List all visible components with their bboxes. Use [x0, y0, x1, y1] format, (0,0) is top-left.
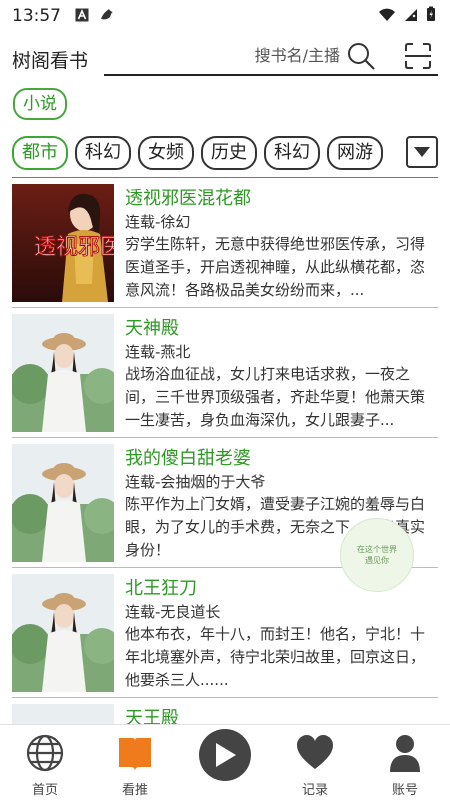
book-description: 穷学生陈轩，无意中获得绝世邪医传承，习得医道圣手，开启透视神瞳，从此纵横花都，恣…: [125, 235, 426, 299]
promo-badge-line2: 遇见你: [365, 556, 389, 565]
book-description: 他本布衣，年十八，而封王！他名，宁北！十年北境塞外声，待宁北荣归故里，回京这日，…: [125, 625, 426, 689]
book-cover: 透视邪医: [12, 184, 114, 302]
bird-icon: [99, 6, 115, 26]
expand-tags-button[interactable]: [406, 136, 438, 168]
nav-home[interactable]: 首页: [0, 725, 90, 800]
book-title[interactable]: 北王狂刀: [125, 574, 197, 600]
signal-icon: [404, 7, 418, 26]
book-cover: [12, 444, 114, 562]
book-icon: [115, 733, 155, 773]
search-icon[interactable]: [346, 41, 376, 71]
wifi-icon: [378, 7, 396, 26]
book-meta: 连载-无良道长: [125, 603, 221, 621]
nav-account[interactable]: 账号: [360, 725, 450, 800]
book-meta: 连载-徐幻: [125, 213, 191, 231]
book-item[interactable]: 透视邪医 透视邪医混花都 连载-徐幻 穷学生陈轩，无意中获得绝世邪医传承，习得医…: [12, 178, 438, 308]
category-chip-novel[interactable]: 小说: [13, 88, 67, 120]
user-icon: [385, 733, 425, 773]
scan-icon[interactable]: [404, 42, 432, 70]
genre-tags: 都市 科幻 女频 历史 科幻 网游: [12, 135, 438, 171]
book-meta: 连载-燕北: [125, 343, 191, 361]
book-meta: 连载-会抽烟的于大爷: [125, 473, 266, 491]
battery-icon: [426, 6, 436, 26]
globe-icon: [25, 733, 65, 773]
book-item[interactable]: 天王殿: [12, 698, 438, 724]
book-title[interactable]: 我的傻白甜老婆: [125, 444, 251, 470]
book-cover: [12, 574, 114, 692]
tag-scifi-2[interactable]: 科幻: [264, 136, 320, 170]
nav-recommend[interactable]: 看推: [90, 725, 180, 800]
status-bar: 13:57: [0, 0, 450, 32]
tag-female[interactable]: 女频: [138, 136, 194, 170]
cover-title-text: 透视邪医: [34, 235, 114, 260]
status-time: 13:57: [12, 6, 61, 26]
book-item[interactable]: 天神殿 连载-燕北 战场浴血征战，女儿打来电话求救，一夜之间，三千世界顶级强者，…: [12, 308, 438, 438]
play-icon: [199, 729, 251, 781]
promo-badge-line1: 在这个世界: [357, 545, 397, 554]
nav-play[interactable]: [180, 725, 270, 800]
nav-recommend-label: 看推: [121, 783, 148, 798]
book-cover: [12, 704, 114, 724]
app-title: 树阁看书: [12, 50, 89, 72]
app-a-icon: [75, 7, 89, 26]
book-title[interactable]: 天神殿: [125, 314, 179, 340]
book-title[interactable]: 天王殿: [125, 704, 179, 724]
nav-history-label: 记录: [301, 783, 328, 798]
book-title[interactable]: 透视邪医混花都: [125, 184, 251, 210]
book-cover: [12, 314, 114, 432]
tag-scifi[interactable]: 科幻: [75, 136, 131, 170]
nav-account-label: 账号: [391, 783, 418, 798]
search-input[interactable]: [190, 46, 340, 65]
tag-online-game[interactable]: 网游: [327, 136, 383, 170]
triangle-down-icon: [413, 143, 431, 162]
book-description: 战场浴血征战，女儿打来电话求救，一夜之间，三千世界顶级强者，齐赴华夏！他萧天策一…: [125, 365, 426, 429]
floating-promo-badge[interactable]: 在这个世界 遇见你: [340, 518, 414, 592]
nav-home-label: 首页: [31, 783, 58, 798]
tag-history[interactable]: 历史: [201, 136, 257, 170]
header: 树阁看书: [0, 36, 450, 80]
search-bar[interactable]: [104, 38, 438, 76]
book-list: 透视邪医 透视邪医混花都 连载-徐幻 穷学生陈轩，无意中获得绝世邪医传承，习得医…: [0, 178, 450, 724]
heart-icon: [295, 733, 335, 773]
nav-history[interactable]: 记录: [270, 725, 360, 800]
tag-urban[interactable]: 都市: [12, 136, 68, 170]
bottom-nav: 首页 看推 记录 账号: [0, 724, 450, 800]
